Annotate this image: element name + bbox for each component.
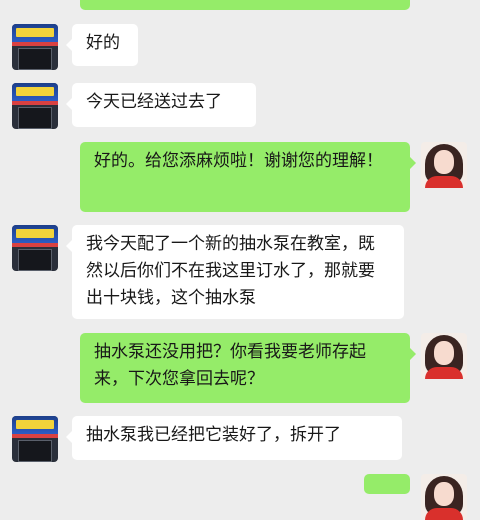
message-sent[interactable]: 抽水泵还没用把？你看我要老师存起来，下次您拿回去呢？ xyxy=(80,333,416,403)
message-text: 抽水泵还没用把？你看我要老师存起来，下次您拿回去呢？ xyxy=(94,342,366,389)
message-received[interactable]: 我今天配了一个新的抽水泵在教室，既然以后你们不在我这里订水了，那就要出十块钱，这… xyxy=(66,225,404,319)
message-received[interactable]: 好的 xyxy=(66,24,138,66)
user-avatar[interactable] xyxy=(421,474,467,520)
message-text: 好的。给您添麻烦啦！谢谢您的理解！ xyxy=(94,151,383,171)
message-text: 今天已经送过去了 xyxy=(86,92,222,112)
message-sent[interactable]: 好的。给您添麻烦啦！谢谢您的理解！ xyxy=(80,142,416,212)
contact-avatar[interactable] xyxy=(12,83,58,129)
contact-avatar[interactable] xyxy=(12,24,58,70)
shop-sign xyxy=(12,83,58,101)
message-text: 我今天配了一个新的抽水泵在教室，既然以后你们不在我这里订水了，那就要出十块钱，这… xyxy=(86,234,375,308)
contact-avatar[interactable] xyxy=(12,225,58,271)
user-avatar[interactable] xyxy=(421,333,467,379)
partial-sent-bubble[interactable] xyxy=(80,0,410,10)
contact-avatar[interactable] xyxy=(12,416,58,462)
shop-sign xyxy=(12,24,58,42)
message-text: 抽水泵我已经把它装好了，拆开了 xyxy=(86,425,341,445)
shop-sign xyxy=(12,225,58,243)
message-received[interactable]: 抽水泵我已经把它装好了，拆开了 xyxy=(66,416,402,460)
shop-sign xyxy=(12,416,58,434)
message-text: 好的 xyxy=(86,33,120,53)
message-received[interactable]: 今天已经送过去了 xyxy=(66,83,256,127)
partial-sent-bubble[interactable] xyxy=(364,474,410,494)
user-avatar[interactable] xyxy=(421,142,467,188)
